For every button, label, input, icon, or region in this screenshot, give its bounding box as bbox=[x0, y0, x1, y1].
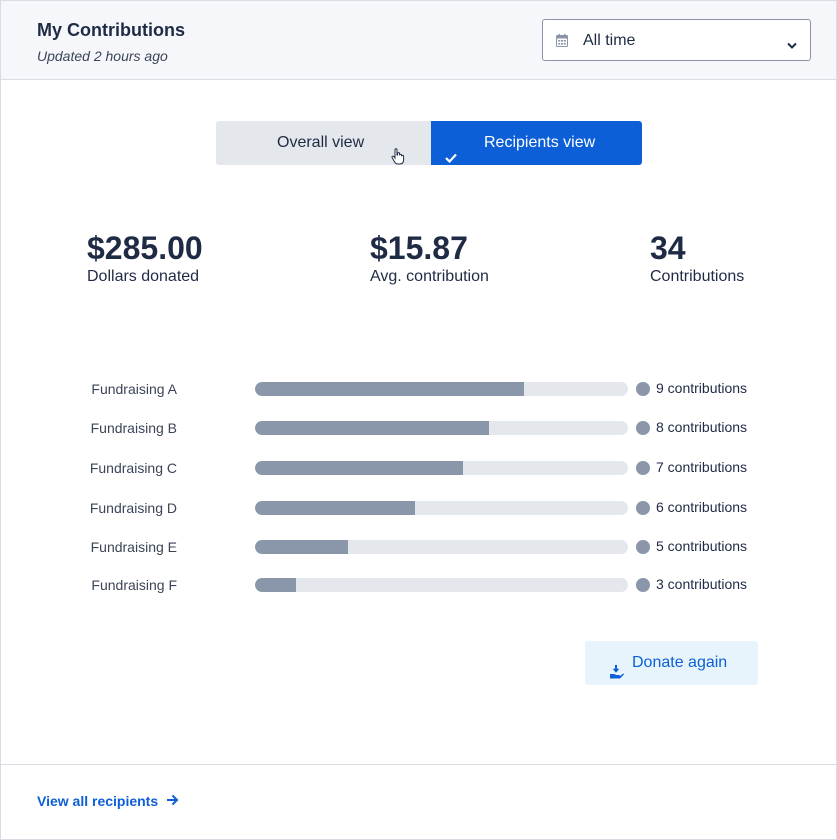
recipient-row: Fundraising B 8 contributions bbox=[1, 416, 836, 440]
recipient-name: Fundraising C bbox=[89, 460, 177, 476]
legend-dot bbox=[636, 382, 650, 396]
contributions-card: My Contributions Updated 2 hours ago All… bbox=[0, 0, 837, 840]
stat-contributions: 34 Contributions bbox=[650, 229, 744, 286]
progress-fill bbox=[255, 382, 524, 396]
recipients-view-label: Recipients view bbox=[484, 134, 596, 151]
stat-value: $15.87 bbox=[370, 230, 468, 266]
progress-track bbox=[255, 461, 628, 475]
recipient-row: Fundraising A 9 contributions bbox=[1, 377, 836, 401]
progress-fill bbox=[255, 461, 463, 475]
progress-fill bbox=[255, 501, 416, 515]
progress-fill bbox=[255, 421, 489, 435]
recipient-row: Fundraising D 6 contributions bbox=[1, 496, 836, 520]
overall-view-button[interactable]: Overall view bbox=[216, 121, 431, 165]
recipient-name: Fundraising E bbox=[90, 539, 177, 555]
donate-again-label: Donate again bbox=[632, 654, 728, 671]
hand-cursor-icon bbox=[391, 139, 405, 183]
legend-dot bbox=[636, 421, 650, 435]
progress-track bbox=[255, 501, 628, 515]
date-range-value: All time bbox=[583, 32, 636, 49]
chevron-down-icon bbox=[787, 36, 797, 54]
stat-avg-contribution: $15.87 Avg. contribution bbox=[370, 229, 489, 286]
card-header: My Contributions Updated 2 hours ago All… bbox=[1, 1, 836, 80]
recipient-row: Fundraising C 7 contributions bbox=[1, 456, 836, 480]
arrow-right-icon bbox=[166, 793, 179, 809]
progress-fill bbox=[255, 578, 297, 592]
recipient-name: Fundraising A bbox=[91, 381, 177, 397]
view-all-recipients-label: View all recipients bbox=[37, 793, 159, 809]
card-footer: View all recipients bbox=[1, 764, 836, 840]
stat-dollars-donated: $285.00 Dollars donated bbox=[87, 229, 203, 286]
stat-label: Avg. contribution bbox=[370, 268, 489, 285]
legend-dot bbox=[636, 540, 650, 554]
updated-timestamp: Updated 2 hours ago bbox=[37, 48, 168, 64]
view-all-recipients-link[interactable]: View all recipients bbox=[37, 793, 179, 809]
contribution-count: 5 contributions bbox=[656, 538, 748, 554]
calendar-icon bbox=[556, 34, 568, 52]
recipient-name: Fundraising B bbox=[90, 420, 177, 436]
stat-value: $285.00 bbox=[87, 230, 203, 266]
recipients-view-button[interactable]: Recipients view bbox=[431, 121, 642, 165]
contribution-count: 7 contributions bbox=[656, 459, 748, 475]
recipient-name: Fundraising D bbox=[89, 500, 177, 516]
legend-dot bbox=[636, 461, 650, 475]
contribution-count: 8 contributions bbox=[656, 419, 748, 435]
contribution-count: 3 contributions bbox=[656, 576, 748, 592]
recipient-row: Fundraising F 3 contributions bbox=[1, 573, 836, 597]
view-toggle: Overall view Recipients view bbox=[216, 121, 642, 165]
page-title: My Contributions bbox=[37, 20, 185, 40]
donate-again-button[interactable]: Donate again bbox=[585, 641, 758, 685]
recipient-name: Fundraising F bbox=[91, 577, 177, 593]
stat-label: Contributions bbox=[650, 268, 745, 285]
progress-track bbox=[255, 421, 628, 435]
stat-value: 34 bbox=[650, 230, 686, 266]
overall-view-label: Overall view bbox=[277, 134, 365, 151]
date-range-select[interactable]: All time bbox=[542, 19, 811, 61]
progress-track bbox=[255, 540, 628, 554]
legend-dot bbox=[636, 578, 650, 592]
stat-label: Dollars donated bbox=[87, 268, 200, 285]
recipient-row: Fundraising E 5 contributions bbox=[1, 535, 836, 559]
contribution-count: 9 contributions bbox=[656, 380, 748, 396]
donate-hand-icon bbox=[609, 654, 625, 698]
progress-fill bbox=[255, 540, 349, 554]
progress-track bbox=[255, 382, 628, 396]
legend-dot bbox=[636, 501, 650, 515]
check-icon bbox=[445, 137, 457, 181]
contribution-count: 6 contributions bbox=[656, 499, 748, 515]
progress-track bbox=[255, 578, 628, 592]
